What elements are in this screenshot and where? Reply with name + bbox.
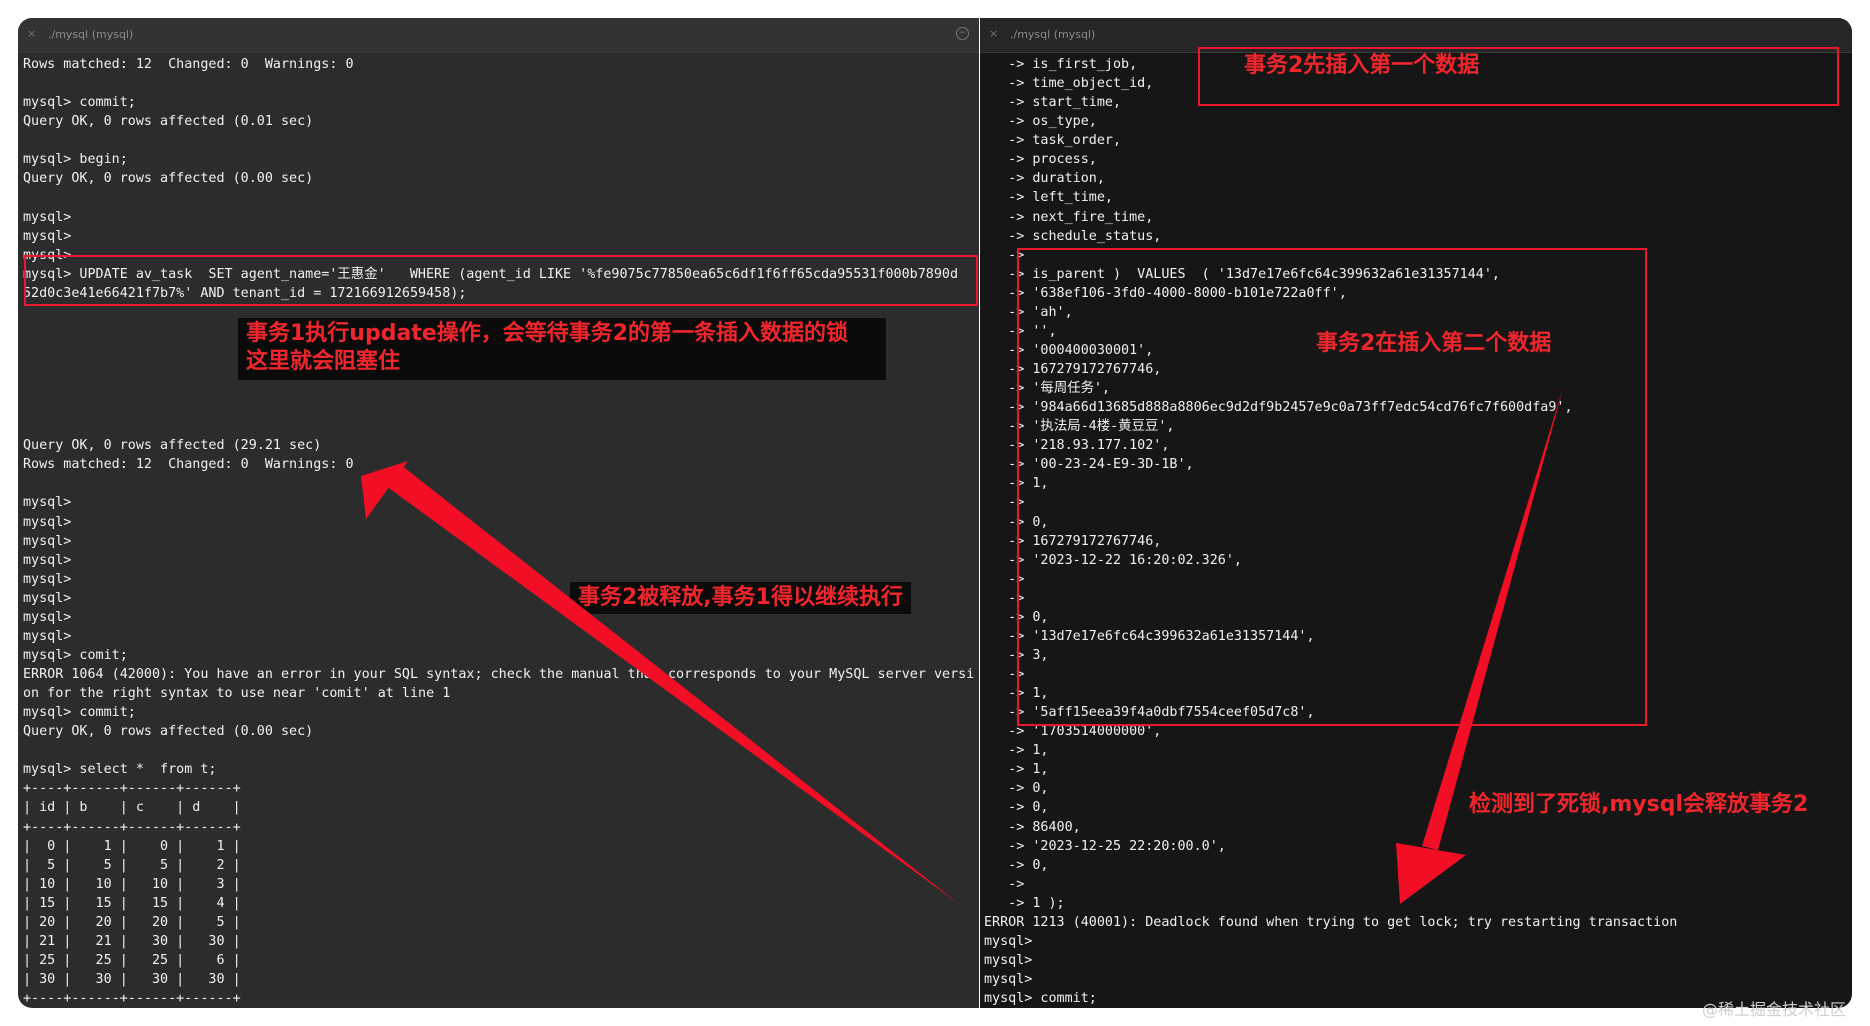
arrow-deadlock-to-error (1396, 385, 1564, 904)
watermark: @稀土掘金技术社区 (1702, 1000, 1847, 1019)
annotation-arrows (361, 385, 1564, 904)
arrow-release-to-tx1 (361, 461, 959, 904)
